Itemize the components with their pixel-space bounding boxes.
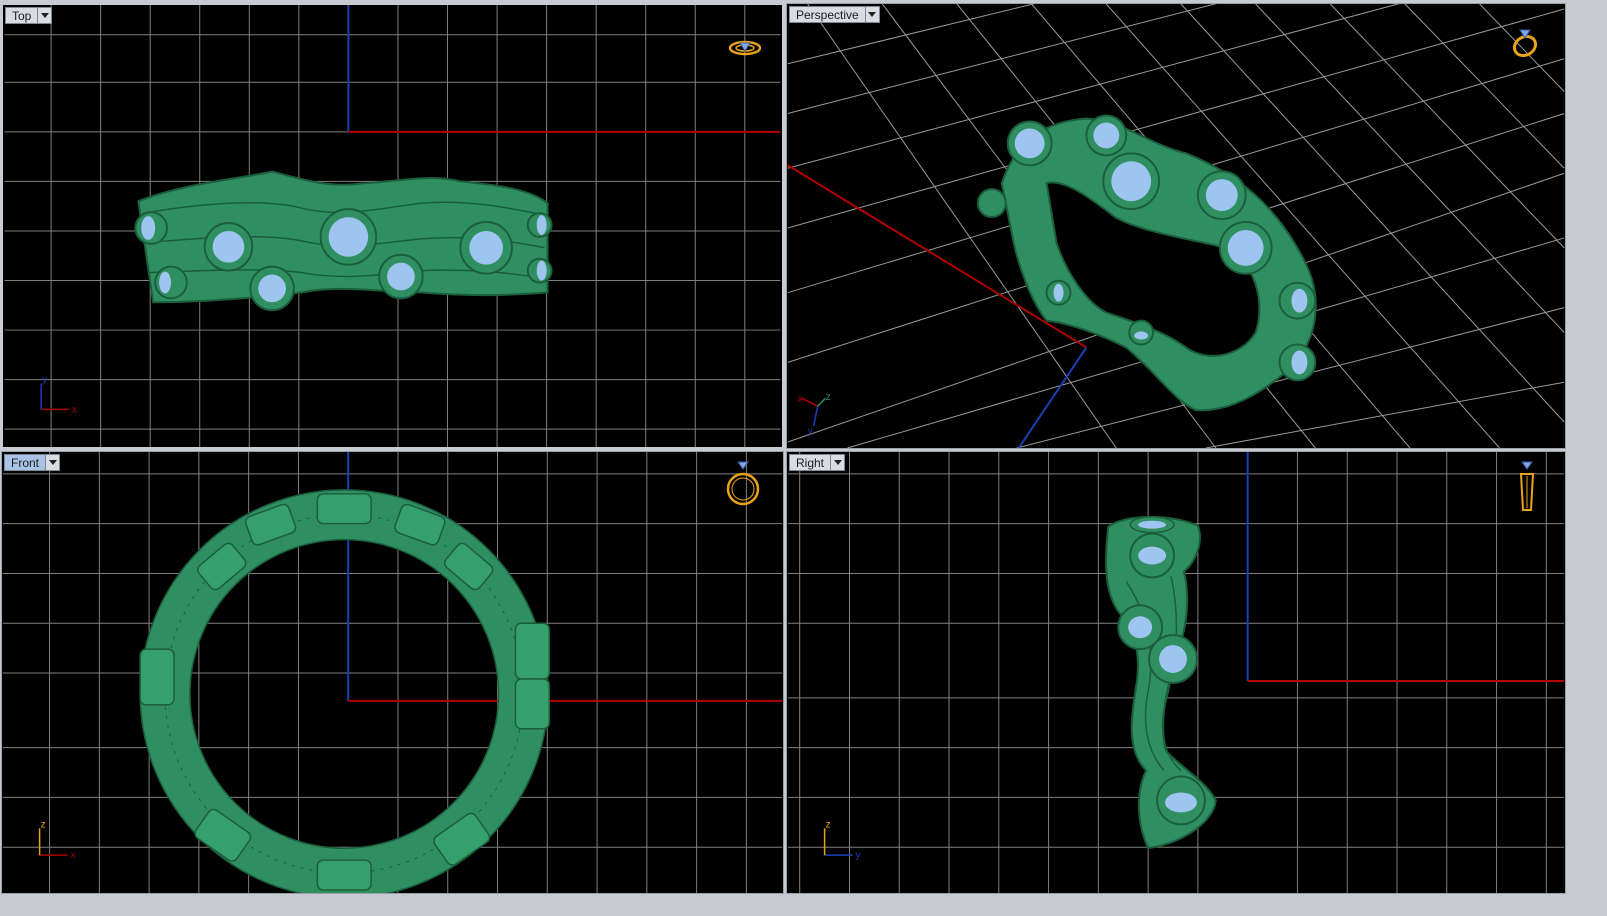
viewport-title-right[interactable]: Right <box>789 454 831 471</box>
ring-orientation-icon[interactable] <box>724 460 762 510</box>
viewport-perspective[interactable]: x z y Perspective <box>786 3 1566 449</box>
axis-triad: x z <box>38 819 75 861</box>
chevron-down-icon[interactable] <box>45 454 61 471</box>
ring-model[interactable] <box>139 489 551 893</box>
axis-label-y: y <box>855 850 860 861</box>
viewport-tab-right[interactable]: Right <box>789 454 846 471</box>
viewport-tab-top[interactable]: Top <box>5 7 53 24</box>
chevron-down-icon[interactable] <box>864 6 880 23</box>
axis-triad: x y <box>40 375 77 415</box>
axis-triad: x z y <box>798 392 831 437</box>
chevron-down-icon[interactable] <box>830 454 846 471</box>
viewport-right-canvas[interactable]: y z <box>787 452 1565 893</box>
axis-label-y: y <box>42 375 47 386</box>
viewport-right[interactable]: y z Right <box>786 451 1566 894</box>
ring-orientation-icon[interactable] <box>1507 24 1543 60</box>
axis-label-z: z <box>826 819 831 830</box>
axis-label-x: x <box>70 850 75 861</box>
viewport-tab-perspective[interactable]: Perspective <box>789 6 880 23</box>
ring-orientation-icon[interactable] <box>1515 460 1539 514</box>
ring-orientation-icon[interactable] <box>728 37 762 59</box>
axis-label-z: z <box>41 819 46 830</box>
viewport-top-canvas[interactable]: x y <box>3 5 782 447</box>
axis-label-x: x <box>798 394 803 405</box>
viewport-tab-front[interactable]: Front <box>4 454 61 471</box>
chevron-down-icon[interactable] <box>37 7 53 24</box>
viewport-perspective-canvas[interactable]: x z y <box>787 4 1565 448</box>
axis-label-z: z <box>826 392 831 403</box>
viewport-title-front[interactable]: Front <box>4 454 46 471</box>
viewport-title-top[interactable]: Top <box>5 7 38 24</box>
axis-label-y: y <box>808 426 813 437</box>
viewport-top[interactable]: x y Top <box>1 3 784 449</box>
ring-model[interactable] <box>1105 515 1217 850</box>
ring-model[interactable] <box>976 114 1317 412</box>
viewport-title-perspective[interactable]: Perspective <box>789 6 865 23</box>
ring-model[interactable] <box>134 170 553 312</box>
axis-triad: y z <box>823 819 860 861</box>
axis-label-x: x <box>72 404 77 415</box>
viewport-front-canvas[interactable]: x z <box>2 452 783 893</box>
viewport-front[interactable]: x z Front <box>1 451 784 894</box>
